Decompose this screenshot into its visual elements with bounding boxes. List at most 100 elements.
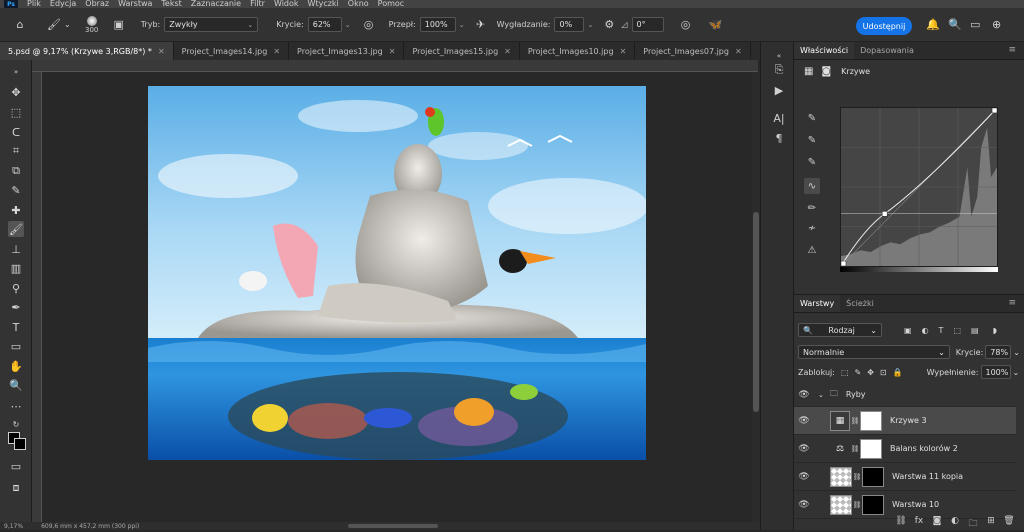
add-mask-icon[interactable]: ◙ bbox=[928, 516, 946, 530]
tab-paths[interactable]: Ścieżki bbox=[840, 295, 880, 312]
share-button[interactable]: Udostępnij bbox=[856, 17, 912, 35]
filter-adjustment-icon[interactable]: ◐ bbox=[922, 326, 929, 335]
tab-project-images14[interactable]: Project_Images14.jpg ✕ bbox=[174, 42, 290, 60]
close-icon[interactable]: ✕ bbox=[273, 47, 280, 56]
opacity-input[interactable]: 62% bbox=[307, 17, 342, 32]
scroll-thumb[interactable] bbox=[753, 212, 759, 412]
menu-file[interactable]: Plik bbox=[27, 0, 41, 8]
actions-play-icon[interactable]: ▶ bbox=[771, 82, 787, 98]
eye-icon[interactable]: 👁 bbox=[794, 444, 814, 454]
layer-style-icon[interactable]: fx bbox=[910, 516, 928, 530]
history-icon[interactable]: ⎘ bbox=[771, 62, 787, 78]
menu-view[interactable]: Widok bbox=[274, 0, 299, 8]
swap-colors-icon[interactable]: ↻ bbox=[8, 416, 24, 432]
symmetry-icon[interactable]: 🦋 bbox=[708, 17, 724, 33]
close-icon[interactable]: ✕ bbox=[620, 47, 627, 56]
curve-point-tool-icon[interactable]: ∿ bbox=[804, 178, 820, 194]
airbrush-icon[interactable]: ✈ bbox=[473, 17, 489, 33]
gradient-tool-icon[interactable]: ▥ bbox=[8, 260, 24, 276]
tab-properties[interactable]: Właściwości bbox=[794, 42, 855, 59]
filter-type-icon[interactable]: T bbox=[939, 326, 944, 335]
move-tool-icon[interactable]: ✥ bbox=[8, 84, 24, 100]
eye-icon[interactable]: 👁 bbox=[794, 416, 814, 426]
filter-smart-object-icon[interactable]: ▤ bbox=[971, 326, 979, 335]
tool-preset-chevron-icon[interactable]: ⌄ bbox=[64, 20, 71, 29]
lock-pixels-icon[interactable]: ✎ bbox=[855, 368, 862, 377]
layers-menu-icon[interactable]: ≡ bbox=[1008, 298, 1016, 308]
layer-mask-thumbnail[interactable] bbox=[860, 438, 882, 459]
character-icon[interactable]: A| bbox=[771, 110, 787, 126]
curve-control-point[interactable] bbox=[881, 211, 888, 217]
brush-preset-picker[interactable]: 300 bbox=[83, 14, 101, 36]
clipping-warning-icon[interactable]: ⚠ bbox=[804, 242, 820, 258]
paragraph-icon[interactable]: ¶ bbox=[771, 130, 787, 146]
horizontal-scrollbar[interactable] bbox=[348, 524, 438, 528]
hand-tool-icon[interactable]: ✋ bbox=[8, 358, 24, 374]
layer-warstwa-11-kopia[interactable]: 👁 ⛓ Warstwa 11 kopia bbox=[794, 463, 1016, 491]
fill-input[interactable]: 100% bbox=[980, 365, 1011, 379]
menu-image[interactable]: Obraz bbox=[85, 0, 109, 8]
menu-type[interactable]: Tekst bbox=[161, 0, 181, 8]
marquee-tool-icon[interactable]: ⬚ bbox=[8, 104, 24, 120]
gear-icon[interactable]: ⚙ bbox=[601, 17, 617, 33]
zoom-tool-icon[interactable]: 🔍 bbox=[8, 377, 24, 393]
close-icon[interactable]: ✕ bbox=[735, 47, 742, 56]
clone-stamp-tool-icon[interactable]: ⊥ bbox=[8, 241, 24, 257]
menu-layer[interactable]: Warstwa bbox=[118, 0, 152, 8]
brush-settings-icon[interactable]: ▣ bbox=[111, 17, 127, 33]
lock-transparency-icon[interactable]: ⬚ bbox=[841, 368, 849, 377]
ruler-horizontal[interactable] bbox=[32, 60, 758, 72]
zoom-level[interactable]: 9,17% bbox=[4, 523, 23, 530]
fill-chevron-icon[interactable]: ⌄ bbox=[1013, 368, 1020, 377]
menu-plugins[interactable]: Wtyczki bbox=[308, 0, 339, 8]
eye-icon[interactable]: 👁 bbox=[794, 390, 814, 400]
filter-shape-icon[interactable]: ⬚ bbox=[953, 326, 961, 335]
layer-thumbnail[interactable] bbox=[830, 494, 852, 515]
photoshop-logo[interactable]: Ps bbox=[4, 0, 18, 8]
curves-graph[interactable] bbox=[840, 107, 998, 267]
flow-input[interactable]: 100% bbox=[419, 17, 456, 32]
eye-icon[interactable]: 👁 bbox=[794, 500, 814, 510]
new-layer-icon[interactable]: ⊞ bbox=[982, 516, 1000, 530]
layer-mask-thumbnail[interactable] bbox=[860, 410, 882, 431]
opacity-chevron-icon[interactable]: ⌄ bbox=[345, 21, 351, 29]
tab-document-5psd[interactable]: 5.psd @ 9,17% (Krzywe 3,RGB/8*) * ✕ bbox=[0, 42, 174, 60]
background-color-swatch[interactable] bbox=[14, 438, 26, 450]
curve-control-point[interactable] bbox=[991, 108, 997, 114]
bell-icon[interactable]: 🔔 bbox=[926, 18, 940, 31]
lock-position-icon[interactable]: ✥ bbox=[867, 368, 874, 377]
layer-mask-thumbnail[interactable] bbox=[862, 494, 884, 515]
pen-tool-icon[interactable]: ✒ bbox=[8, 299, 24, 315]
eyedropper-gray-icon[interactable]: ✎ bbox=[804, 132, 820, 148]
link-icon[interactable]: ⛓ bbox=[852, 473, 862, 481]
type-tool-icon[interactable]: T bbox=[8, 319, 24, 335]
document-canvas[interactable] bbox=[148, 86, 646, 460]
filter-toggle-icon[interactable]: ◗ bbox=[993, 326, 997, 335]
search-icon[interactable]: 🔍 bbox=[948, 18, 962, 31]
home-icon[interactable]: ⌂ bbox=[12, 17, 28, 33]
tab-project-images13[interactable]: Project_Images13.jpg ✕ bbox=[289, 42, 405, 60]
lasso-tool-icon[interactable]: ᑕ bbox=[8, 124, 24, 140]
panel-menu-icon[interactable]: ≡ bbox=[1008, 45, 1016, 55]
layer-mask-thumbnail[interactable] bbox=[862, 466, 884, 487]
tab-project-images15[interactable]: Project_Images15.jpg ✕ bbox=[404, 42, 520, 60]
link-icon[interactable]: ⛓ bbox=[850, 445, 860, 453]
mode-select[interactable]: Zwykły ⌄ bbox=[164, 17, 259, 32]
tab-project-images07[interactable]: Project_Images07.jpg ✕ bbox=[635, 42, 751, 60]
quick-mask-icon[interactable]: ⧈ bbox=[8, 480, 24, 496]
pencil-draw-icon[interactable]: ✏ bbox=[804, 200, 820, 216]
eye-icon[interactable]: 👁 bbox=[794, 472, 814, 482]
tab-layers[interactable]: Warstwy bbox=[794, 295, 841, 312]
new-adjustment-icon[interactable]: ◐ bbox=[946, 516, 964, 530]
lock-artboard-icon[interactable]: ⊡ bbox=[880, 368, 887, 377]
delete-layer-icon[interactable]: 🗑 bbox=[1000, 516, 1018, 530]
menu-select[interactable]: Zaznaczanie bbox=[191, 0, 241, 8]
mask-icon[interactable]: ◙ bbox=[821, 66, 831, 77]
lock-all-icon[interactable]: 🔒 bbox=[893, 368, 903, 377]
filter-pixel-icon[interactable]: ▣ bbox=[904, 326, 912, 335]
object-selection-tool-icon[interactable]: ⧉ bbox=[8, 163, 24, 179]
blend-mode-select[interactable]: Normalnie ⌄ bbox=[798, 345, 950, 359]
flow-chevron-icon[interactable]: ⌄ bbox=[459, 21, 465, 29]
smooth-curve-icon[interactable]: ≁ bbox=[804, 220, 820, 236]
layer-warstwa-10[interactable]: 👁 ⛓ Warstwa 10 bbox=[794, 491, 1016, 519]
